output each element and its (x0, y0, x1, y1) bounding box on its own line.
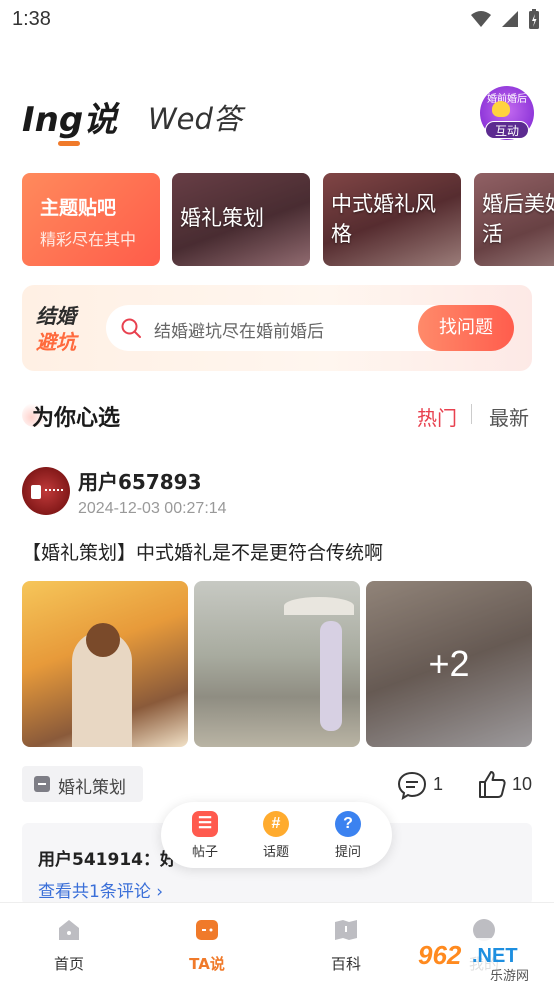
category-cards: 主题贴吧 精彩尽在其中 婚礼策划 中式婚礼风格 婚后美好生活 (22, 173, 554, 266)
card-label: 婚礼策划 (180, 206, 264, 230)
wifi-icon (471, 11, 491, 27)
card-wedding-planning[interactable]: 婚礼策划 (172, 173, 310, 266)
avatar-bar (31, 485, 41, 499)
nav-home[interactable]: 首页 (29, 917, 109, 974)
avatar[interactable] (22, 467, 70, 515)
chat-icon (196, 920, 218, 940)
ask-question-button[interactable]: ? 提问 (323, 811, 373, 860)
avatar-wave (45, 489, 63, 495)
hashtag-icon: # (263, 811, 289, 837)
post-title[interactable]: 【婚礼策划】中式婚礼是不是更符合传统啊 (22, 538, 383, 565)
active-tab-indicator (58, 141, 80, 146)
image-figure-head (86, 623, 120, 657)
create-post-label: 帖子 (191, 845, 218, 860)
create-topic-label: 话题 (262, 845, 289, 860)
card-label: 中式婚礼风格 (331, 192, 436, 246)
search-placeholder: 结婚避坑尽在婚前婚后 (154, 322, 324, 342)
sort-hot-tab[interactable]: 热门 (417, 402, 457, 431)
card-chinese-wedding-style[interactable]: 中式婚礼风格 (323, 173, 461, 266)
topic-tag-icon (34, 776, 50, 792)
post-image-2[interactable] (194, 581, 360, 747)
comment-text: 用户541914：好 (38, 850, 177, 870)
mascot-icon (492, 101, 510, 117)
post-timestamp: 2024-12-03 00:27:14 (78, 500, 227, 517)
search-input[interactable]: 结婚避坑尽在婚前婚后 找问题 (106, 305, 514, 351)
question-icon: ? (335, 811, 361, 837)
topic-tag[interactable]: 婚礼策划 (22, 766, 143, 802)
post-image-3[interactable]: +2 (366, 581, 532, 747)
ask-question-label: 提问 (334, 845, 361, 860)
card-featured-subtitle: 精彩尽在其中 (40, 230, 137, 249)
nav-ta-label: TA说 (189, 955, 225, 973)
sort-divider (471, 404, 472, 424)
status-bar: 1:38 (0, 0, 554, 40)
comment-count: 1 (433, 774, 444, 794)
watermark-suffix: .NET (472, 945, 518, 967)
nav-baike-label: 百科 (330, 955, 361, 973)
interact-badge: 互动 (485, 121, 529, 139)
nav-baike[interactable]: 百科 (306, 917, 386, 974)
card-married-life[interactable]: 婚后美好生活 (474, 173, 554, 266)
post-username[interactable]: 用户657893 (78, 466, 202, 495)
create-topic-button[interactable]: # 话题 (251, 811, 301, 860)
image-parasol (284, 597, 354, 615)
more-images-count: +2 (428, 643, 470, 684)
book-icon (335, 920, 357, 940)
nav-home-label: 首页 (53, 955, 84, 973)
banner-logo-line2: 避坑 (36, 330, 76, 354)
nav-ta-shuo[interactable]: TA说 (167, 917, 247, 974)
create-menu: ☰ 帖子 # 话题 ? 提问 (161, 802, 392, 868)
card-label: 婚后美好生活 (482, 192, 554, 246)
card-featured-title: 主题贴吧 (40, 197, 117, 219)
image-figure (72, 623, 132, 747)
search-icon (121, 318, 141, 338)
like-count: 10 (512, 774, 533, 794)
status-time: 1:38 (12, 8, 51, 30)
interact-button[interactable]: 婚前婚后 互动 (480, 86, 534, 140)
comment-icon[interactable] (396, 770, 428, 800)
tab-ing-shuo[interactable]: Ing说 (22, 92, 117, 141)
create-post-button[interactable]: ☰ 帖子 (180, 811, 230, 860)
watermark-logo: 962 .NET 乐游网 (414, 938, 550, 984)
find-question-button[interactable]: 找问题 (418, 305, 514, 351)
battery-icon (529, 9, 539, 29)
topic-tag-label: 婚礼策划 (58, 778, 126, 798)
view-comments-link[interactable]: 查看共1条评论 › (38, 877, 163, 902)
thumbs-up-icon[interactable] (476, 768, 508, 800)
banner-logo: 结婚 避坑 (36, 303, 96, 355)
tab-wed-da[interactable]: Wed答 (148, 96, 242, 138)
home-icon (59, 920, 79, 940)
image-figure (320, 621, 342, 731)
search-banner: 结婚 避坑 结婚避坑尽在婚前婚后 找问题 (22, 285, 532, 371)
section-title: 为你心选 (32, 406, 121, 431)
card-topic-forum[interactable]: 主题贴吧 精彩尽在其中 (22, 173, 160, 266)
watermark-sub: 乐游网 (490, 969, 529, 984)
status-icons (470, 8, 540, 30)
banner-logo-line1: 结婚 (36, 304, 76, 328)
signal-icon (502, 11, 518, 27)
watermark-number: 962 (418, 940, 462, 970)
post-image-1[interactable] (22, 581, 188, 747)
sort-new-tab[interactable]: 最新 (489, 402, 529, 431)
post-icon: ☰ (192, 811, 218, 837)
